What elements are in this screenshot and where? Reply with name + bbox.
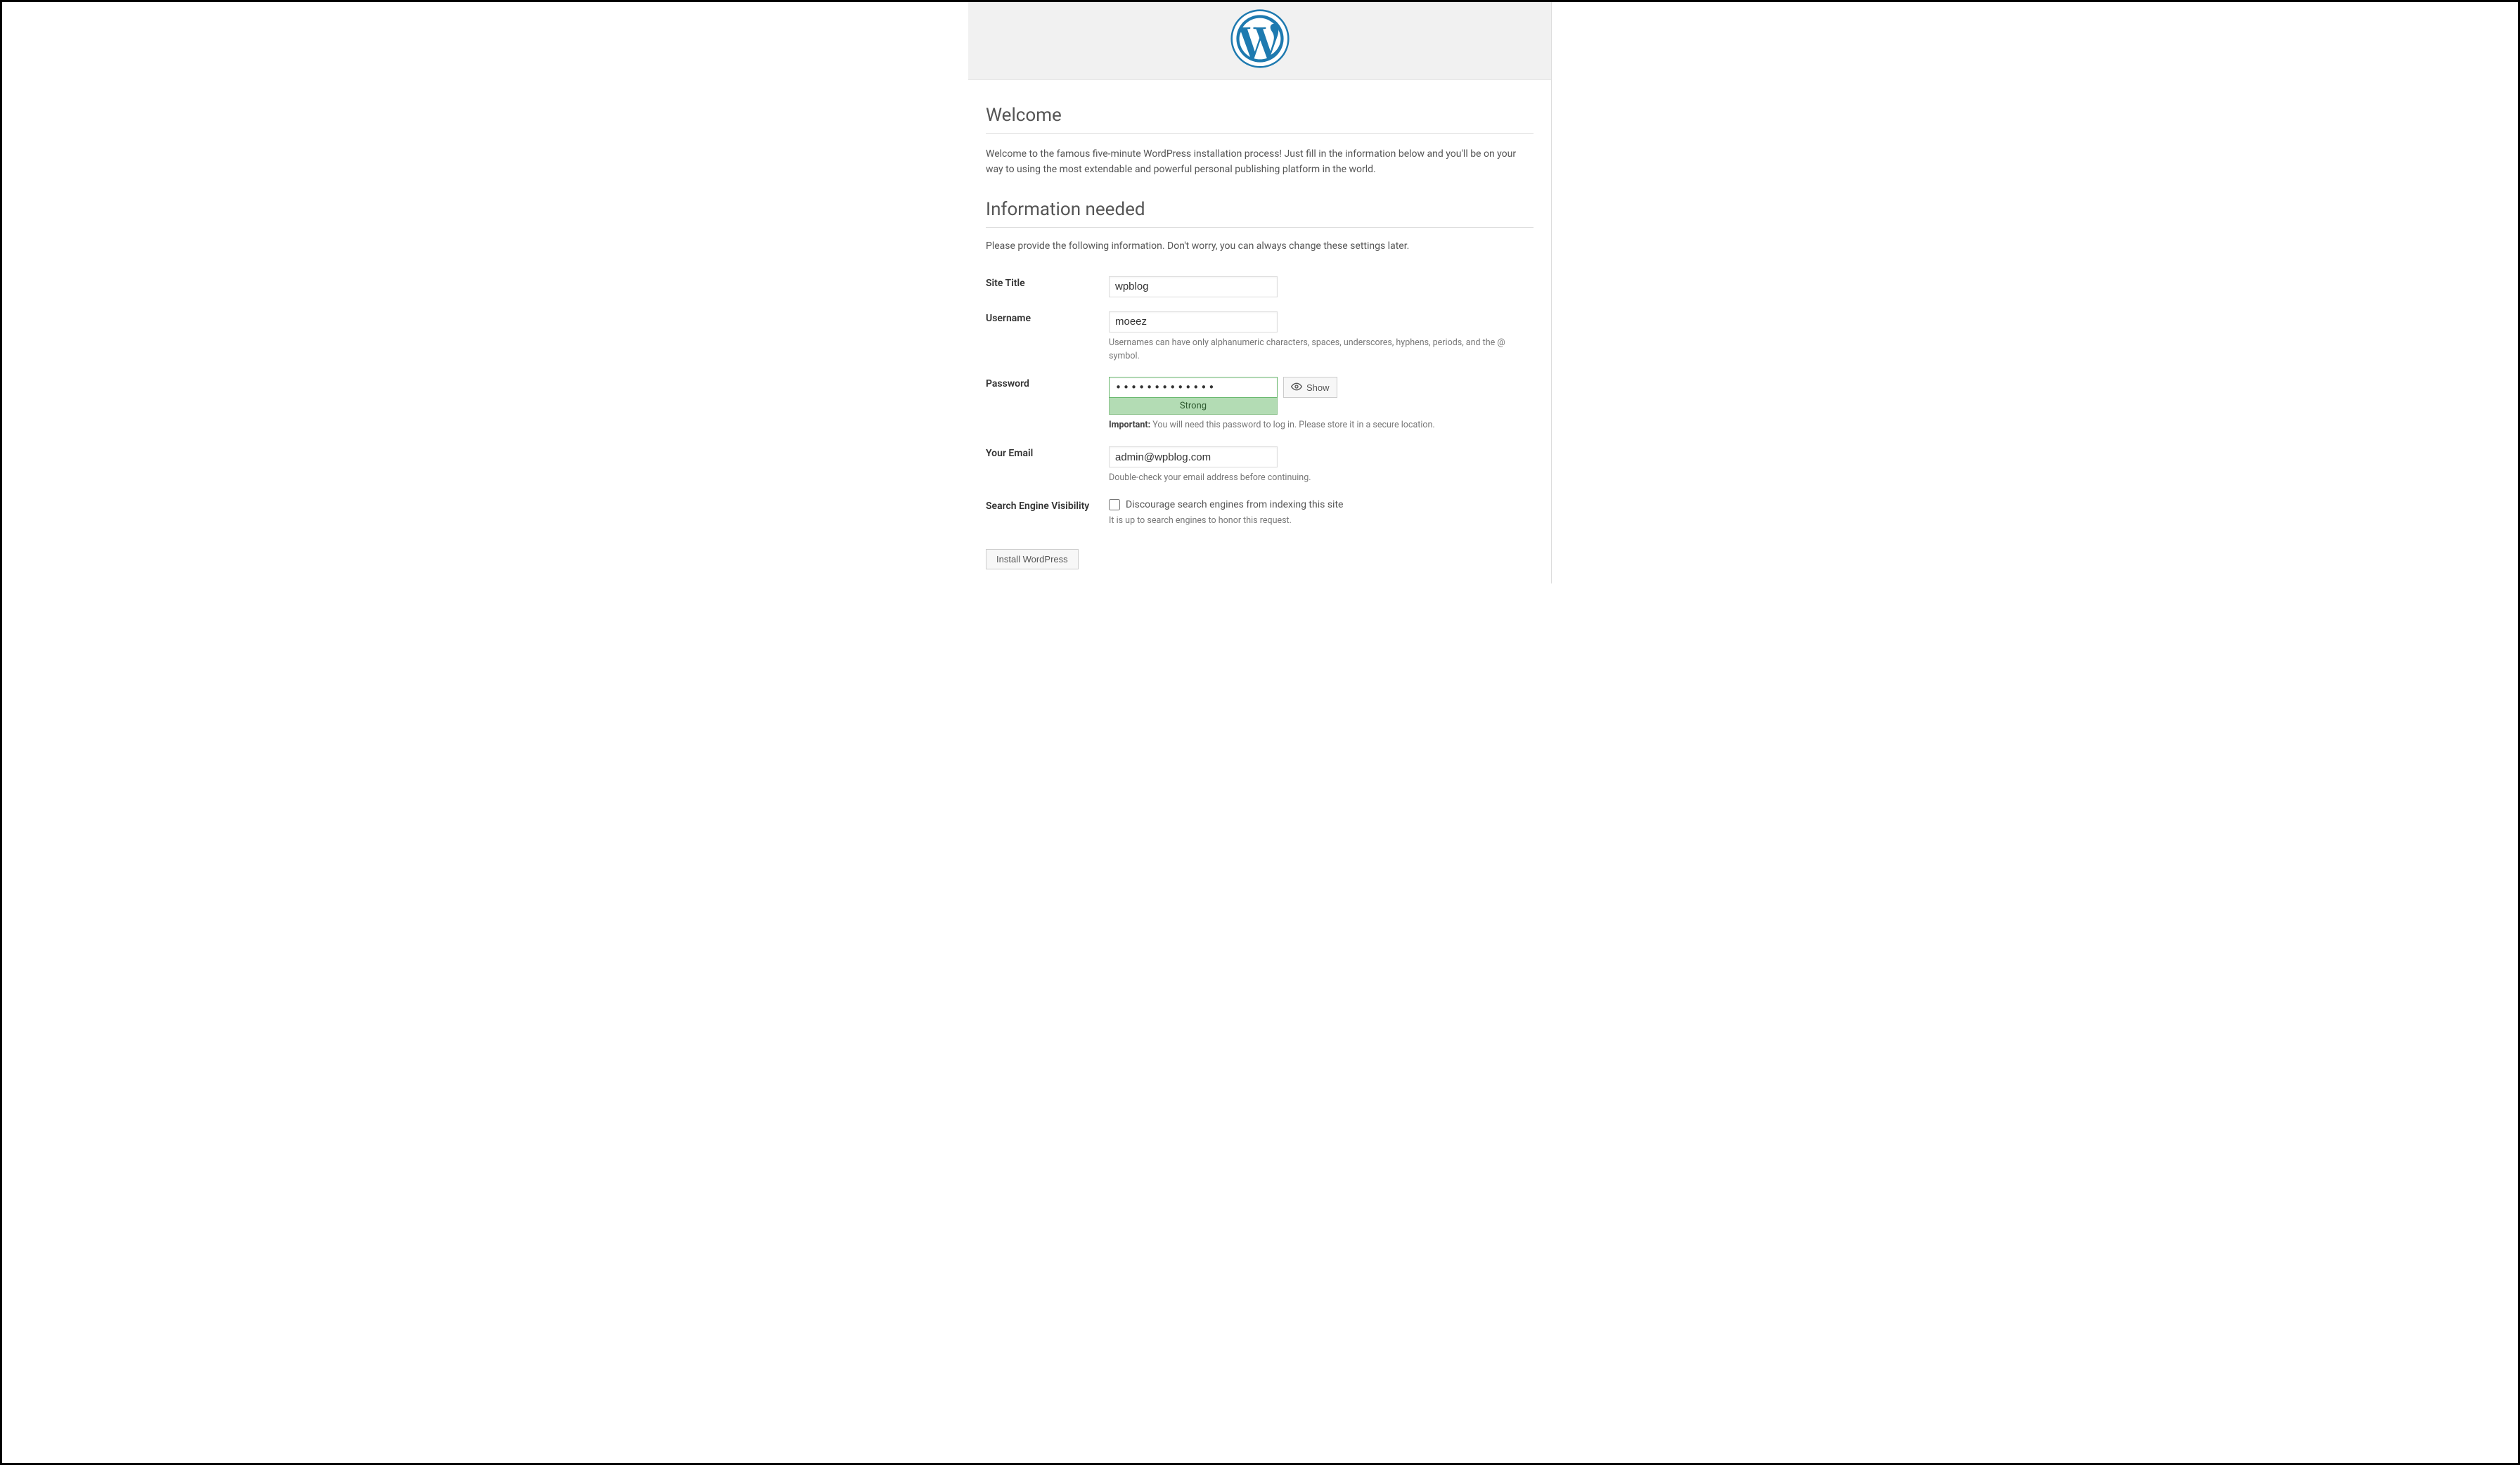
password-strength-badge: Strong [1109,398,1278,415]
install-form: Site Title Username Usernames can have o… [986,269,1534,535]
content-area: Welcome Welcome to the famous five-minut… [968,80,1551,576]
username-label: Username [986,304,1109,370]
install-container: Welcome Welcome to the famous five-minut… [968,2,1552,583]
search-visibility-label: Search Engine Visibility [986,492,1109,535]
search-visibility-row[interactable]: Discourage search engines from indexing … [1109,499,1534,510]
search-visibility-desc: It is up to search engines to honor this… [1109,515,1534,528]
email-desc: Double-check your email address before c… [1109,472,1534,485]
site-title-input[interactable] [1109,276,1278,297]
search-visibility-checkbox[interactable] [1109,499,1120,510]
info-heading: Information needed [986,199,1534,228]
site-title-label: Site Title [986,269,1109,304]
email-input[interactable] [1109,446,1278,467]
password-important: Important: You will need this password t… [1109,419,1534,432]
welcome-heading: Welcome [986,105,1534,134]
username-input[interactable] [1109,311,1278,333]
email-label: Your Email [986,439,1109,492]
password-label: Password [986,370,1109,439]
window-frame: Welcome Welcome to the famous five-minut… [0,0,2520,1465]
wordpress-logo-icon [1230,9,1290,68]
password-input[interactable] [1109,377,1278,398]
eye-icon [1291,381,1302,394]
search-visibility-checkbox-label: Discourage search engines from indexing … [1126,499,1343,510]
submit-row: Install WordPress [986,549,1534,569]
welcome-intro: Welcome to the famous five-minute WordPr… [986,146,1534,178]
password-important-label: Important: [1109,420,1150,430]
password-important-text: You will need this password to log in. P… [1150,420,1435,430]
show-password-button[interactable]: Show [1283,377,1337,398]
username-desc: Usernames can have only alphanumeric cha… [1109,337,1534,363]
install-wordpress-button[interactable]: Install WordPress [986,549,1079,569]
show-password-label: Show [1306,382,1330,393]
info-subtext: Please provide the following information… [986,240,1534,252]
header-band [968,2,1551,80]
